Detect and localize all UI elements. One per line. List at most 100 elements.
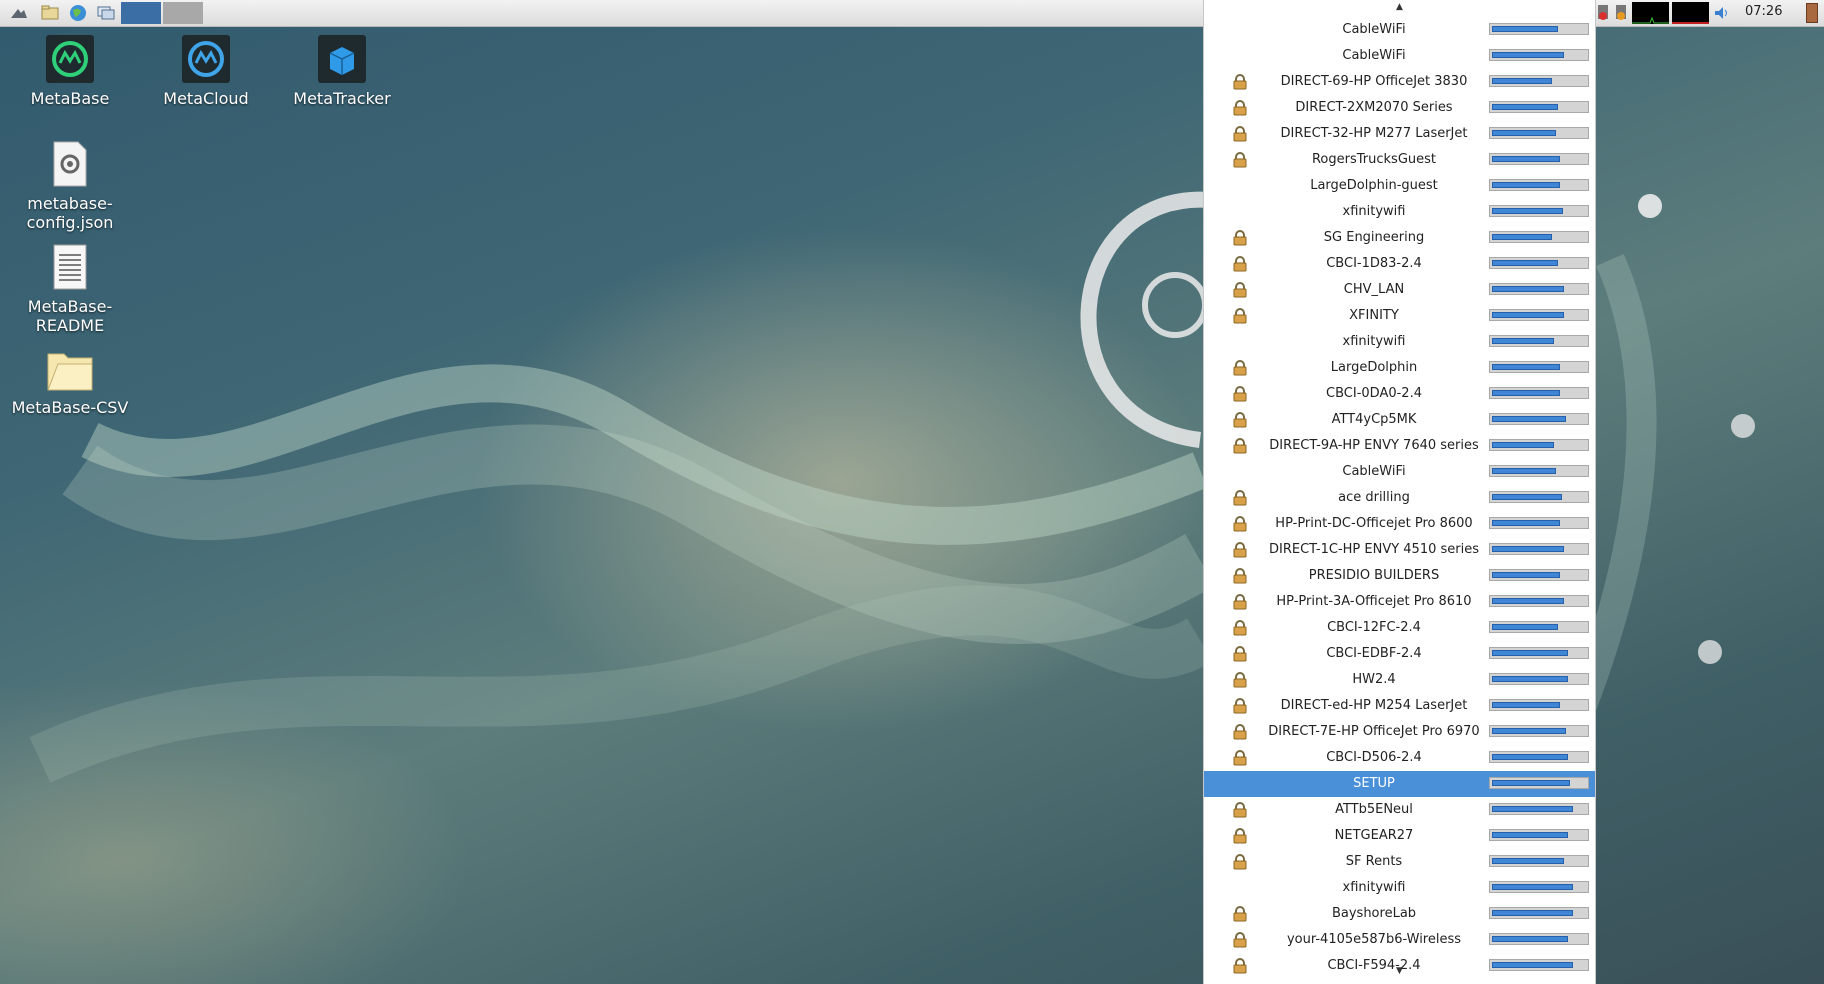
- signal-strength-fill: [1492, 286, 1564, 292]
- signal-strength-bar: [1489, 101, 1589, 113]
- signal-strength-fill: [1492, 650, 1568, 656]
- wifi-network-item[interactable]: SETUP: [1204, 771, 1595, 797]
- signal-strength-bar: [1489, 491, 1589, 503]
- wifi-network-item[interactable]: CBCI-1D83-2.4: [1204, 251, 1595, 277]
- signal-strength-fill: [1492, 104, 1558, 110]
- wifi-network-item[interactable]: DIRECT-69-HP OfficeJet 3830: [1204, 69, 1595, 95]
- lock-icon: [1233, 308, 1247, 324]
- wifi-network-item[interactable]: SF Rents: [1204, 849, 1595, 875]
- wifi-network-item[interactable]: RogersTrucksGuest: [1204, 147, 1595, 173]
- signal-strength-bar: [1489, 361, 1589, 373]
- wifi-ssid-label: xfinitywifi: [1342, 334, 1406, 349]
- wifi-ssid-label: SF Rents: [1345, 854, 1403, 869]
- wifi-ssid-label: ATTb5ENeul: [1335, 802, 1413, 817]
- wifi-network-item[interactable]: DIRECT-7E-HP OfficeJet Pro 6970: [1204, 719, 1595, 745]
- wifi-network-item[interactable]: DIRECT-ed-HP M254 LaserJet: [1204, 693, 1595, 719]
- metabase-desktop-icon[interactable]: MetaBase: [5, 35, 135, 108]
- wifi-network-item[interactable]: ATTb5ENeul: [1204, 797, 1595, 823]
- wifi-ssid-label: CBCI-EDBF-2.4: [1326, 646, 1422, 661]
- scroll-down-arrow-icon[interactable]: ▼: [1204, 966, 1595, 982]
- menu-icon[interactable]: [9, 3, 29, 23]
- wifi-network-item[interactable]: HP-Print-DC-Officejet Pro 8600: [1204, 511, 1595, 537]
- file-manager-icon[interactable]: [40, 3, 60, 23]
- wifi-ssid-label: CBCI-12FC-2.4: [1327, 620, 1421, 635]
- metabase-config-desktop-icon[interactable]: metabase- config.json: [5, 140, 135, 232]
- signal-strength-bar: [1489, 257, 1589, 269]
- wifi-ssid-label: DIRECT-7E-HP OfficeJet Pro 6970: [1268, 724, 1480, 739]
- wifi-network-item[interactable]: ATT4yCp5MK: [1204, 407, 1595, 433]
- lock-icon: [1233, 542, 1247, 558]
- wifi-ssid-label: CBCI-D506-2.4: [1326, 750, 1422, 765]
- network-warning-icon[interactable]: [1611, 3, 1631, 23]
- wifi-ssid-label: CBCI-0DA0-2.4: [1326, 386, 1422, 401]
- memory-monitor-icon[interactable]: [1672, 2, 1709, 24]
- wifi-network-item[interactable]: xfinitywifi: [1204, 875, 1595, 901]
- signal-strength-bar: [1489, 569, 1589, 581]
- network-error-icon[interactable]: [1593, 3, 1613, 23]
- wifi-network-item[interactable]: CableWiFi: [1204, 43, 1595, 69]
- metabase-readme-desktop-icon[interactable]: MetaBase- README: [5, 243, 135, 335]
- web-browser-icon[interactable]: [68, 3, 88, 23]
- workspace-2-button[interactable]: [163, 2, 203, 24]
- wifi-network-item[interactable]: CBCI-EDBF-2.4: [1204, 641, 1595, 667]
- cpu-monitor-icon[interactable]: [1632, 2, 1669, 24]
- wifi-ssid-label: your-4105e587b6-Wireless: [1286, 932, 1462, 947]
- signal-strength-bar: [1489, 621, 1589, 633]
- lock-icon: [1233, 126, 1247, 142]
- signal-strength-fill: [1492, 546, 1564, 552]
- wifi-network-item[interactable]: LargeDolphin: [1204, 355, 1595, 381]
- wifi-network-item[interactable]: LargeDolphin-guest: [1204, 173, 1595, 199]
- desktop-icon-label-line2: config.json: [26, 213, 114, 232]
- wifi-network-item[interactable]: SG Engineering: [1204, 225, 1595, 251]
- signal-strength-fill: [1492, 156, 1560, 162]
- signal-strength-bar: [1489, 829, 1589, 841]
- wifi-network-item[interactable]: your-4105e587b6-Wireless: [1204, 927, 1595, 953]
- signal-strength-bar: [1489, 725, 1589, 737]
- lock-icon: [1233, 906, 1247, 922]
- workspace-1-button[interactable]: [121, 2, 161, 24]
- wifi-ssid-label: CableWiFi: [1342, 22, 1406, 37]
- metatracker-desktop-icon[interactable]: MetaTracker: [277, 35, 407, 108]
- signal-strength-fill: [1492, 598, 1564, 604]
- wifi-network-item[interactable]: DIRECT-9A-HP ENVY 7640 series: [1204, 433, 1595, 459]
- wifi-network-item[interactable]: CBCI-12FC-2.4: [1204, 615, 1595, 641]
- logout-icon[interactable]: [1806, 3, 1818, 23]
- wifi-network-item[interactable]: CBCI-D506-2.4: [1204, 745, 1595, 771]
- signal-strength-bar: [1489, 933, 1589, 945]
- wifi-network-item[interactable]: DIRECT-1C-HP ENVY 4510 series: [1204, 537, 1595, 563]
- text-file-icon: [50, 243, 90, 291]
- window-list-icon[interactable]: [96, 3, 116, 23]
- signal-strength-bar: [1489, 283, 1589, 295]
- lock-icon: [1233, 100, 1247, 116]
- wifi-network-item[interactable]: ace drilling: [1204, 485, 1595, 511]
- wifi-network-item[interactable]: NETGEAR27: [1204, 823, 1595, 849]
- desktop-icon-label-line1: MetaBase-: [27, 297, 113, 316]
- wifi-ssid-label: xfinitywifi: [1342, 880, 1406, 895]
- wifi-ssid-label: CableWiFi: [1342, 464, 1406, 479]
- wifi-network-item[interactable]: CableWiFi: [1204, 459, 1595, 485]
- clock[interactable]: 07:26: [1745, 4, 1782, 19]
- metabase-csv-desktop-icon[interactable]: MetaBase-CSV: [5, 348, 135, 417]
- wifi-network-item[interactable]: CHV_LAN: [1204, 277, 1595, 303]
- signal-strength-bar: [1489, 595, 1589, 607]
- signal-strength-bar: [1489, 777, 1589, 789]
- wifi-network-item[interactable]: xfinitywifi: [1204, 199, 1595, 225]
- wifi-network-item[interactable]: DIRECT-2XM2070 Series: [1204, 95, 1595, 121]
- scroll-up-arrow-icon[interactable]: ▲: [1204, 2, 1595, 18]
- wifi-network-item[interactable]: HW2.4: [1204, 667, 1595, 693]
- signal-strength-fill: [1492, 364, 1560, 370]
- signal-strength-fill: [1492, 676, 1568, 682]
- wifi-network-item[interactable]: PRESIDIO BUILDERS: [1204, 563, 1595, 589]
- lock-icon: [1233, 152, 1247, 168]
- wifi-network-item[interactable]: DIRECT-32-HP M277 LaserJet: [1204, 121, 1595, 147]
- lock-icon: [1233, 568, 1247, 584]
- metacloud-desktop-icon[interactable]: MetaCloud: [141, 35, 271, 108]
- volume-icon[interactable]: [1712, 3, 1732, 23]
- wifi-network-item[interactable]: BayshoreLab: [1204, 901, 1595, 927]
- wifi-network-item[interactable]: HP-Print-3A-Officejet Pro 8610: [1204, 589, 1595, 615]
- wifi-network-item[interactable]: XFINITY: [1204, 303, 1595, 329]
- wifi-ssid-label: BayshoreLab: [1331, 906, 1417, 921]
- wifi-network-item[interactable]: CBCI-0DA0-2.4: [1204, 381, 1595, 407]
- wifi-network-item[interactable]: CableWiFi: [1204, 17, 1595, 43]
- wifi-network-item[interactable]: xfinitywifi: [1204, 329, 1595, 355]
